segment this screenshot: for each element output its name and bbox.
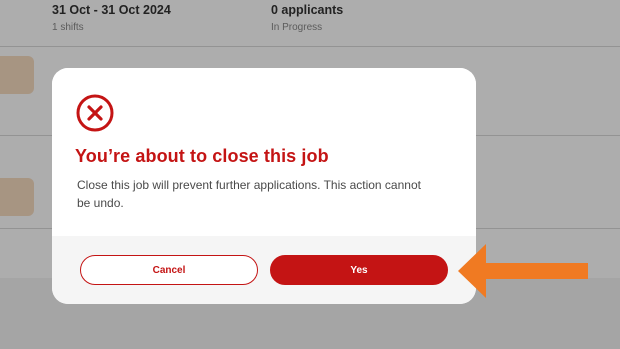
annotation-arrow-icon (458, 244, 588, 298)
dialog-title: You’re about to close this job (75, 146, 329, 166)
dialog-footer: Cancel Yes (52, 236, 476, 304)
dialog-message: Close this job will prevent further appl… (77, 178, 421, 210)
dialog-body: You’re about to close this job Close thi… (52, 68, 476, 236)
close-job-dialog: You’re about to close this job Close thi… (52, 68, 476, 304)
cancel-button[interactable]: Cancel (80, 255, 258, 285)
close-circle-icon (76, 94, 114, 132)
confirm-yes-button[interactable]: Yes (270, 255, 448, 285)
